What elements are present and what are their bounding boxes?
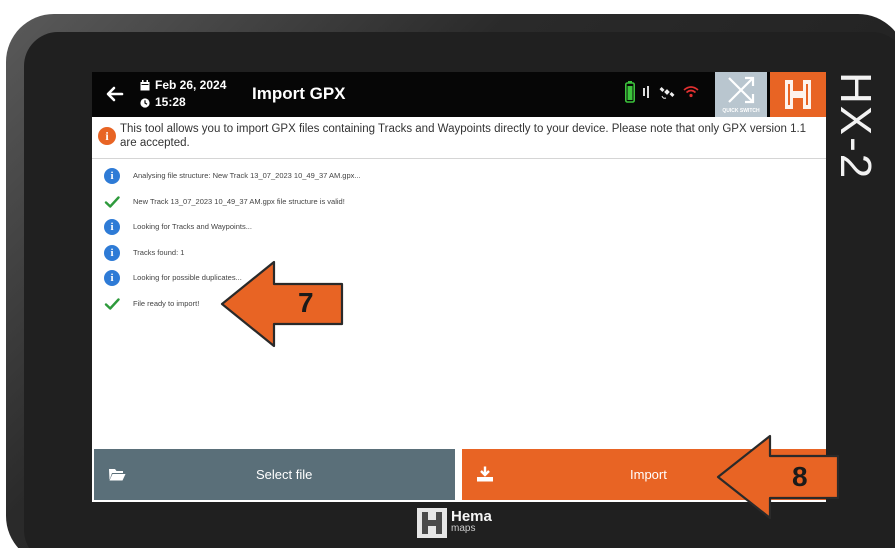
import-label: Import bbox=[630, 467, 667, 482]
quick-switch-label: QUICK SWITCH bbox=[722, 108, 760, 114]
device-model-label: HX-2 bbox=[831, 72, 880, 181]
battery-icon bbox=[625, 81, 635, 103]
page-title: Import GPX bbox=[252, 84, 346, 103]
check-icon bbox=[104, 194, 120, 210]
check-icon bbox=[104, 296, 120, 312]
log-item: i Looking for Tracks and Waypoints... bbox=[92, 215, 826, 241]
top-bar: Feb 26, 2024 15:28 Import GPX QUICK SWIT… bbox=[92, 72, 826, 117]
log-text: Looking for Tracks and Waypoints... bbox=[133, 222, 252, 232]
footer-brand: Hema maps bbox=[417, 508, 492, 538]
quick-switch-button[interactable]: QUICK SWITCH bbox=[715, 72, 767, 117]
log-item: File ready to import! bbox=[92, 292, 826, 318]
clock-icon bbox=[140, 97, 150, 108]
back-arrow-icon bbox=[106, 86, 124, 102]
status-icons bbox=[625, 81, 699, 103]
calendar-icon bbox=[140, 80, 150, 91]
callout-number: 8 bbox=[792, 461, 808, 492]
log-text: New Track 13_07_2023 10_49_37 AM.gpx fil… bbox=[133, 196, 345, 206]
callout-step-8: 8 bbox=[714, 432, 842, 522]
callout-step-7: 7 bbox=[218, 258, 348, 350]
log-text: File ready to import! bbox=[133, 298, 200, 308]
log-item: i Looking for possible duplicates... bbox=[92, 266, 826, 292]
quick-switch-icon bbox=[728, 76, 755, 104]
log-item: i Analysing file structure: New Track 13… bbox=[92, 164, 826, 190]
log-text: Analysing file structure: New Track 13_0… bbox=[133, 171, 361, 180]
back-button[interactable] bbox=[102, 81, 128, 107]
notice-text: This tool allows you to import GPX files… bbox=[120, 123, 807, 149]
date-time: Feb 26, 2024 15:28 bbox=[140, 77, 226, 111]
time-text: 15:28 bbox=[155, 95, 186, 109]
hema-logo-icon bbox=[785, 80, 811, 109]
info-icon: i bbox=[104, 219, 120, 236]
alert-info-icon: i bbox=[98, 127, 116, 145]
folder-icon bbox=[109, 469, 126, 481]
satellite-icon bbox=[659, 87, 675, 99]
hema-mark-icon bbox=[417, 508, 447, 538]
download-icon bbox=[477, 466, 493, 482]
log-text: Tracks found: 1 bbox=[133, 247, 185, 257]
info-icon: i bbox=[104, 244, 120, 261]
date-text: Feb 26, 2024 bbox=[155, 78, 227, 92]
info-icon: i bbox=[104, 270, 120, 287]
select-file-button[interactable]: Select file bbox=[94, 449, 455, 500]
log-item: New Track 13_07_2023 10_49_37 AM.gpx fil… bbox=[92, 190, 826, 216]
footer-brand-name: Hema bbox=[451, 508, 492, 525]
import-log: i Analysing file structure: New Track 13… bbox=[92, 164, 826, 318]
info-notice: i This tool allows you to import GPX fil… bbox=[92, 117, 826, 159]
callout-arrow-icon bbox=[716, 434, 840, 520]
callout-number: 7 bbox=[298, 287, 314, 318]
log-item: i Tracks found: 1 bbox=[92, 241, 826, 267]
callout-arrow-icon bbox=[220, 260, 344, 348]
hema-menu-button[interactable] bbox=[770, 72, 826, 117]
signal-icon bbox=[643, 86, 649, 98]
wifi-off-icon bbox=[683, 86, 699, 98]
select-file-label: Select file bbox=[256, 467, 313, 482]
info-icon: i bbox=[104, 168, 120, 184]
screenshot: HX-2 Feb 26, 2024 15:28 Import GPX QUICK… bbox=[0, 0, 895, 548]
